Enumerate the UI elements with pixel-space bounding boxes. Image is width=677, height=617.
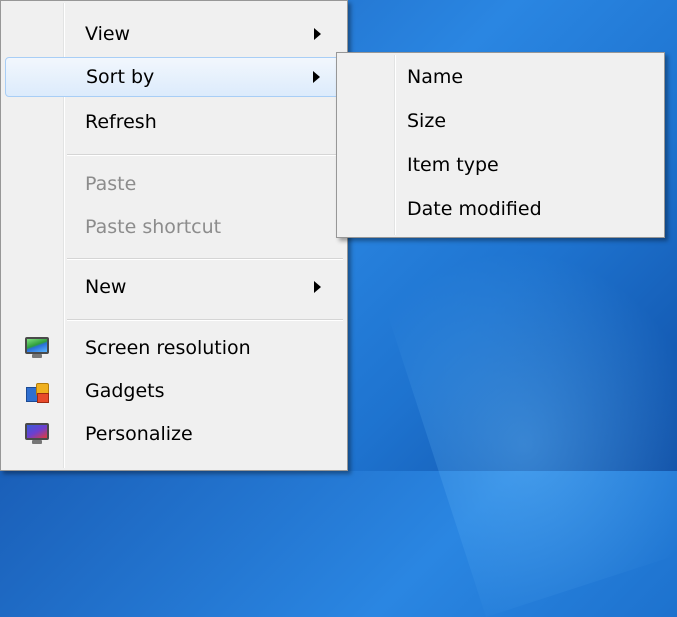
menu-item-paste-shortcut[interactable]: Paste shortcut (5, 207, 343, 247)
gadgets-icon (25, 380, 49, 403)
menu-separator (67, 319, 343, 321)
menu-item-paste[interactable]: Paste (5, 164, 343, 204)
menu-item-sort-by[interactable]: Sort by (5, 57, 343, 97)
screen-resolution-icon (25, 337, 49, 359)
menu-item-new[interactable]: New (5, 267, 343, 307)
menu-item-label: Paste shortcut (85, 216, 222, 238)
menu-separator (67, 154, 343, 156)
menu-item-screen-resolution[interactable]: Screen resolution (5, 328, 343, 368)
personalize-icon (25, 423, 49, 445)
menu-item-refresh[interactable]: Refresh (5, 102, 343, 142)
sort-option-name[interactable]: Name (341, 57, 660, 97)
submenu-item-label: Name (407, 66, 464, 88)
submenu-item-label: Item type (407, 154, 499, 176)
sort-option-size[interactable]: Size (341, 101, 660, 141)
menu-item-view[interactable]: View (5, 14, 343, 54)
submenu-item-label: Size (407, 110, 447, 132)
submenu-arrow-icon (313, 71, 320, 83)
menu-item-personalize[interactable]: Personalize (5, 414, 343, 454)
menu-item-label: Paste (85, 173, 137, 195)
menu-item-label: Screen resolution (85, 337, 251, 359)
desktop-context-menu: View Sort by Refresh Paste Paste shortcu… (0, 0, 348, 471)
menu-item-label: Personalize (85, 423, 193, 445)
sort-by-submenu: Name Size Item type Date modified (336, 52, 665, 238)
menu-item-label: Gadgets (85, 380, 165, 402)
menu-item-label: New (85, 276, 127, 298)
menu-item-gadgets[interactable]: Gadgets (5, 371, 343, 411)
menu-separator (67, 258, 343, 260)
submenu-item-label: Date modified (407, 198, 542, 220)
submenu-arrow-icon (314, 28, 321, 40)
sort-option-date-modified[interactable]: Date modified (341, 189, 660, 229)
submenu-arrow-icon (314, 281, 321, 293)
menu-item-label: Refresh (85, 111, 157, 133)
menu-item-label: View (85, 23, 131, 45)
menu-item-label: Sort by (86, 66, 155, 88)
sort-option-item-type[interactable]: Item type (341, 145, 660, 185)
